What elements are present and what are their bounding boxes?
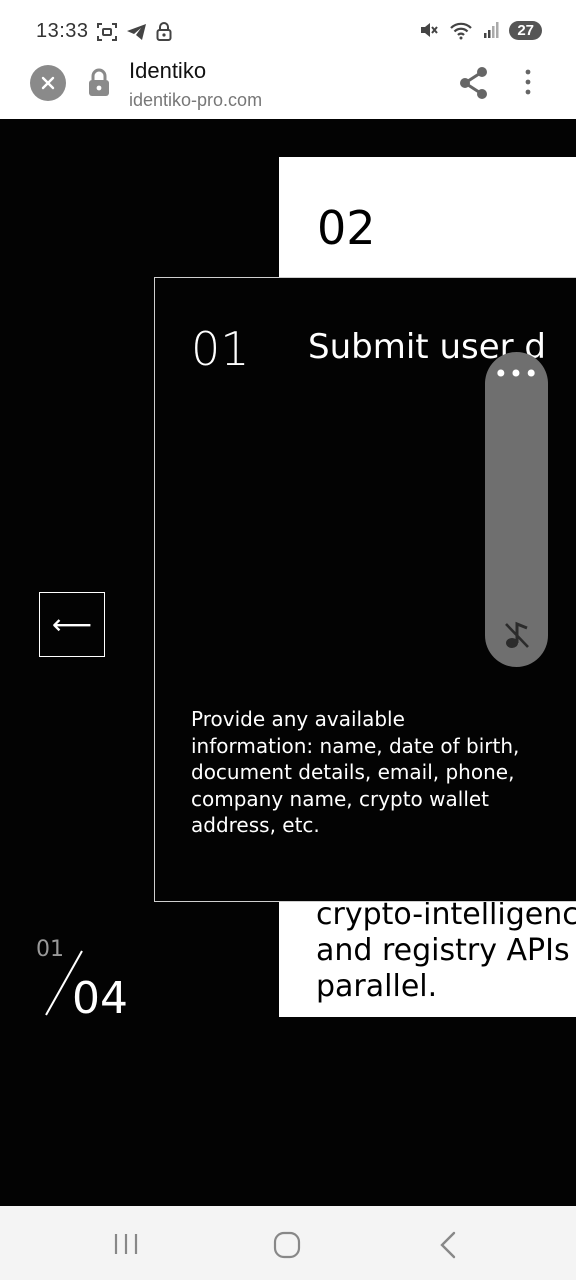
signal-icon bbox=[484, 22, 499, 38]
arrow-left-icon: ⟵ bbox=[51, 608, 93, 641]
back-icon[interactable] bbox=[438, 1231, 458, 1259]
wifi-icon bbox=[450, 22, 473, 40]
screenshot-icon bbox=[97, 23, 117, 41]
share-icon[interactable] bbox=[458, 66, 490, 100]
recent-apps-icon[interactable] bbox=[113, 1232, 139, 1256]
system-nav-bar bbox=[0, 1206, 576, 1280]
step-description: Provide any available information: name,… bbox=[191, 707, 520, 837]
home-icon[interactable] bbox=[273, 1231, 301, 1259]
site-url[interactable]: identiko-pro.com bbox=[129, 90, 262, 111]
site-title: Identiko bbox=[129, 58, 207, 83]
step-number: 02 bbox=[317, 201, 376, 255]
status-icons-right: 27 bbox=[419, 20, 542, 40]
close-icon bbox=[41, 76, 55, 90]
status-icons-left bbox=[96, 22, 172, 42]
mute-icon bbox=[421, 23, 439, 37]
lock-icon bbox=[156, 22, 172, 41]
step-text: crypto-intelligence and registry APIs in… bbox=[316, 897, 576, 1004]
more-horiz-icon[interactable]: ••• bbox=[485, 362, 548, 386]
status-time: 13:33 bbox=[36, 20, 89, 42]
floating-panel[interactable]: ••• bbox=[485, 352, 548, 667]
status-bar: 13:33 27 bbox=[0, 0, 576, 56]
page-content: 02 crypto-intelligence and registry APIs… bbox=[0, 119, 576, 1206]
mute-note-icon[interactable] bbox=[503, 620, 531, 650]
battery-icon: 27 bbox=[509, 20, 542, 40]
lock-icon bbox=[89, 68, 109, 96]
slide-counter-total: 04 bbox=[72, 973, 128, 1024]
step-number: 01 bbox=[191, 322, 250, 376]
more-vert-icon[interactable] bbox=[518, 68, 538, 98]
browser-bar: Identiko identiko-pro.com bbox=[0, 56, 576, 119]
telegram-icon bbox=[127, 24, 146, 40]
prev-button[interactable]: ⟵ bbox=[39, 592, 105, 657]
close-button[interactable] bbox=[30, 65, 66, 101]
